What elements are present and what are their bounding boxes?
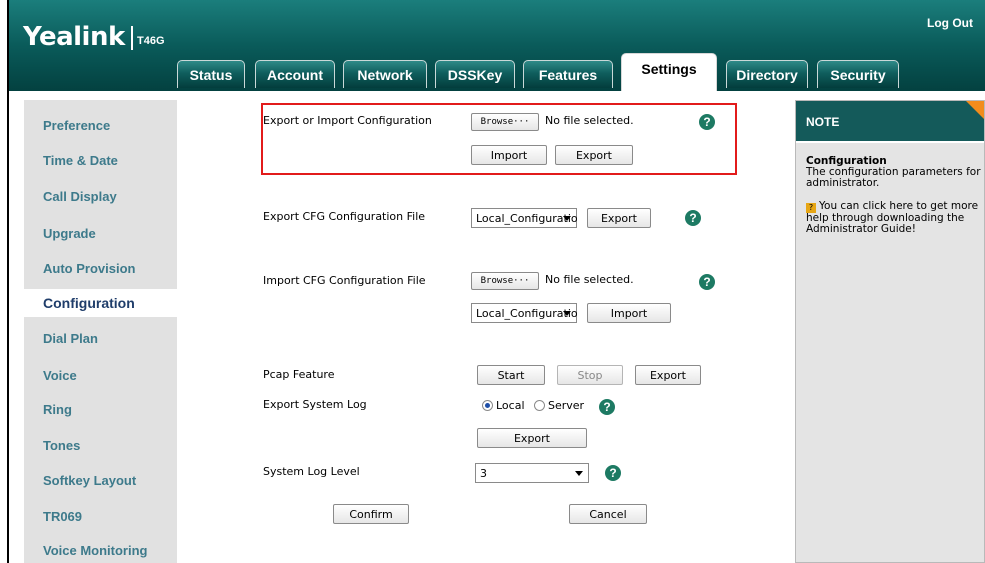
note-panel: NOTE Configuration The configuration par… xyxy=(795,100,985,563)
pcap-start-button[interactable]: Start xyxy=(477,365,545,385)
import-cfg-file-status: No file selected. xyxy=(545,273,634,286)
system-log-label: Export System Log xyxy=(263,398,367,411)
chevron-down-icon xyxy=(563,216,571,221)
import-cfg-button[interactable]: Import xyxy=(587,303,671,323)
header-bar: Yealink T46G Log Out Status Account Netw… xyxy=(9,0,985,91)
import-cfg-select[interactable]: Local_Configuratio xyxy=(471,303,578,323)
sidebar-item-time-date[interactable]: Time & Date xyxy=(43,153,118,168)
sidebar-item-auto-provision[interactable]: Auto Provision xyxy=(43,261,135,276)
sidebar-item-preference[interactable]: Preference xyxy=(43,118,110,133)
server-radio-label: Server xyxy=(548,399,585,412)
export-cfg-select[interactable]: Local_Configuratio xyxy=(471,208,578,228)
local-radio-label: Local xyxy=(496,399,525,412)
pcap-label: Pcap Feature xyxy=(263,368,335,381)
corner-fold-icon xyxy=(966,101,984,119)
logo-separator xyxy=(131,26,133,50)
log-level-label: System Log Level xyxy=(263,465,360,478)
note-header: NOTE xyxy=(796,101,984,143)
tab-features[interactable]: Features xyxy=(523,60,613,88)
export-import-label: Export or Import Configuration xyxy=(263,114,432,127)
model-label: T46G xyxy=(137,35,165,47)
sidebar-item-voice-monitoring[interactable]: Voice Monitoring xyxy=(43,543,147,558)
cancel-button[interactable]: Cancel xyxy=(569,504,647,524)
sidebar: Preference Time & Date Call Display Upgr… xyxy=(24,100,177,563)
local-radio[interactable] xyxy=(482,400,493,411)
sidebar-item-softkey-layout[interactable]: Softkey Layout xyxy=(43,473,136,488)
help-icon[interactable]: ? xyxy=(599,399,615,415)
sidebar-item-call-display[interactable]: Call Display xyxy=(43,189,117,204)
export-button[interactable]: Export xyxy=(555,145,633,165)
note-help-link[interactable]: ? You can click here to get more help thr… xyxy=(806,201,981,235)
tab-directory[interactable]: Directory xyxy=(726,60,808,88)
export-cfg-label: Export CFG Configuration File xyxy=(263,210,426,223)
note-text: The configuration parameters for adminis… xyxy=(806,166,981,189)
export-cfg-button[interactable]: Export xyxy=(587,208,651,228)
import-button[interactable]: Import xyxy=(471,145,547,165)
tab-dsskey[interactable]: DSSKey xyxy=(435,60,515,88)
log-level-value: 3 xyxy=(480,466,487,480)
sidebar-item-tones[interactable]: Tones xyxy=(43,438,80,453)
note-body: Configuration The configuration paramete… xyxy=(806,156,981,235)
page-frame: Yealink T46G Log Out Status Account Netw… xyxy=(7,0,985,563)
sidebar-item-voice[interactable]: Voice xyxy=(43,368,77,383)
tab-account[interactable]: Account xyxy=(255,60,335,88)
help-icon[interactable]: ? xyxy=(699,114,715,130)
confirm-button[interactable]: Confirm xyxy=(333,504,409,524)
server-radio[interactable] xyxy=(534,400,545,411)
help-icon[interactable]: ? xyxy=(605,465,621,481)
logout-link[interactable]: Log Out xyxy=(927,16,973,30)
pcap-stop-button[interactable]: Stop xyxy=(557,365,623,385)
note-help-text: You can click here to get more help thro… xyxy=(806,200,979,235)
sidebar-item-dial-plan[interactable]: Dial Plan xyxy=(43,331,98,346)
sidebar-item-configuration[interactable]: Configuration xyxy=(24,289,177,317)
main-panel: Export or Import Configuration Browse···… xyxy=(177,91,794,563)
log-level-select[interactable]: 3 xyxy=(475,463,589,483)
chevron-down-icon xyxy=(563,311,571,316)
pcap-export-button[interactable]: Export xyxy=(635,365,701,385)
sidebar-item-upgrade[interactable]: Upgrade xyxy=(43,226,96,241)
brand-logo: Yealink xyxy=(23,22,125,52)
sidebar-item-tr069[interactable]: TR069 xyxy=(43,509,82,524)
tab-settings[interactable]: Settings xyxy=(621,53,717,91)
help-icon[interactable]: ? xyxy=(685,210,701,226)
help-icon[interactable]: ? xyxy=(699,274,715,290)
sidebar-item-ring[interactable]: Ring xyxy=(43,402,72,417)
tab-network[interactable]: Network xyxy=(343,60,427,88)
chevron-down-icon xyxy=(575,471,583,476)
import-cfg-browse-button[interactable]: Browse··· xyxy=(471,272,539,290)
tab-security[interactable]: Security xyxy=(817,60,899,88)
file-status: No file selected. xyxy=(545,114,634,127)
note-title: NOTE xyxy=(806,115,840,129)
import-cfg-label: Import CFG Configuration File xyxy=(263,274,426,287)
browse-button[interactable]: Browse··· xyxy=(471,113,539,131)
system-log-export-button[interactable]: Export xyxy=(477,428,587,448)
tab-status[interactable]: Status xyxy=(177,60,245,88)
